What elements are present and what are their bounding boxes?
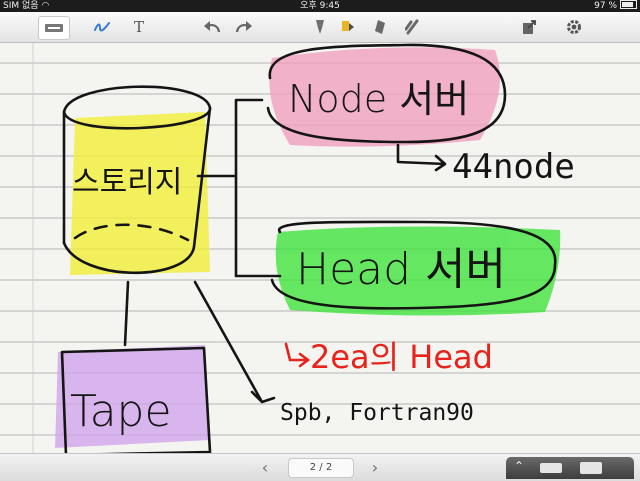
chevron-left-icon[interactable]: ‹ xyxy=(256,457,274,477)
highlighter-icon[interactable] xyxy=(336,16,360,38)
red-arrow-mark xyxy=(284,342,311,368)
tape-label: Tape xyxy=(70,386,172,437)
pen-nib-icon[interactable] xyxy=(310,16,330,38)
node-arrow xyxy=(396,143,447,172)
node-server-label: Node 서버 xyxy=(288,77,469,121)
battery-indicator: 97 % xyxy=(594,0,637,12)
node-count-note: 44node xyxy=(452,147,575,187)
gear-icon[interactable] xyxy=(563,16,585,38)
note-canvas[interactable]: 스토리지 Node 서버 44node Head 서버 2ea의 Head Ta… xyxy=(0,43,640,453)
status-bar: SIM 없음 ◠ 오후 9:45 97 % xyxy=(0,0,640,12)
redo-icon[interactable] xyxy=(232,16,256,38)
keyboard-small-icon[interactable] xyxy=(540,463,562,473)
compiler-note: Spb, Fortran90 xyxy=(280,400,474,426)
clock: 오후 9:45 xyxy=(300,1,340,11)
pen-icon[interactable] xyxy=(89,16,115,38)
keyboard-icon[interactable] xyxy=(38,16,70,40)
head-server-label: Head 서버 xyxy=(296,244,506,295)
undo-icon[interactable] xyxy=(200,16,224,38)
page-indicator[interactable]: 2 / 2 xyxy=(288,458,354,478)
branch-line xyxy=(196,98,282,278)
text-tool-icon[interactable]: T xyxy=(128,16,150,38)
chevron-up-icon[interactable]: ⌃ xyxy=(514,459,524,473)
share-icon[interactable] xyxy=(518,16,540,38)
toolbar: T xyxy=(0,12,640,43)
page-navigation-bar: ‹ 2 / 2 › ⌃ xyxy=(0,453,640,481)
tool-tray: ⌃ xyxy=(506,457,634,479)
storage-label: 스토리지 xyxy=(72,165,182,200)
battery-icon xyxy=(620,0,637,9)
keyboard-hide-icon[interactable] xyxy=(580,462,602,474)
tape-link-line xyxy=(123,280,130,347)
eraser-icon[interactable] xyxy=(370,16,390,38)
head-count-note: 2ea의 Head xyxy=(310,338,493,376)
selection-icon[interactable] xyxy=(402,16,424,38)
chevron-right-icon[interactable]: › xyxy=(366,457,384,477)
